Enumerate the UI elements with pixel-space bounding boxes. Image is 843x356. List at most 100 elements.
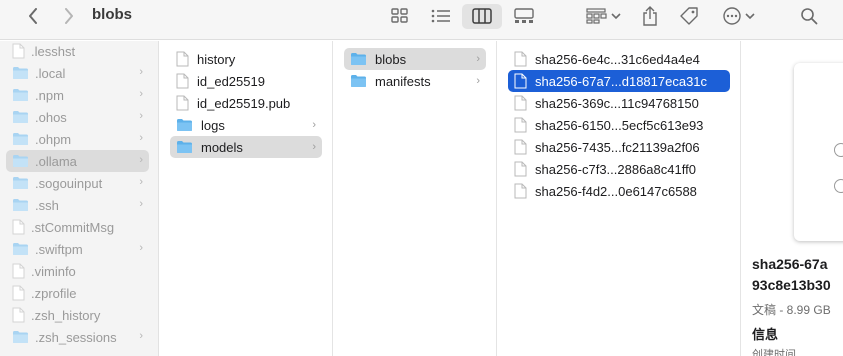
folder-icon [13,243,28,255]
list-item[interactable]: blobs › [344,48,486,70]
preview-scroll-button[interactable] [834,143,843,157]
back-button[interactable] [24,5,42,27]
sidebar-item[interactable]: .zprofile [6,282,149,304]
list-item[interactable]: models › [170,136,322,158]
sidebar-item-label: .ohpm [35,131,72,147]
list-item[interactable]: id_ed25519 [170,70,322,92]
sidebar-item[interactable]: .ohpm › [6,128,149,150]
sidebar-item[interactable]: .swiftpm › [6,238,149,260]
document-icon [514,183,527,199]
group-by-icon [585,8,607,24]
list-item[interactable]: manifests › [344,70,486,92]
list-item[interactable]: history [170,48,322,70]
preview-scroll-button[interactable] [834,179,843,193]
folder-icon [13,177,28,189]
list-item[interactable]: sha256-c7f3...2886a8c41ff0 [508,158,730,180]
sidebar-item[interactable]: .local › [6,62,149,84]
sidebar-item[interactable]: .ollama › [6,150,149,172]
column-view-button[interactable] [462,4,502,29]
list-item[interactable]: sha256-6e4c...31c6ed4a4e4 [508,48,730,70]
document-icon [514,161,527,177]
list-item[interactable]: sha256-369c...11c94768150 [508,92,730,114]
item-label: models [201,139,243,155]
column-blobs: sha256-6e4c...31c6ed4a4e4 sha256-67a7...d… [498,41,741,356]
document-icon [514,117,527,133]
folder-icon [13,199,28,211]
sidebar-item[interactable]: .stCommitMsg [6,216,149,238]
sidebar-item-label: .sogouinput [35,175,103,191]
sidebar-item-label: .lesshst [31,43,76,59]
column-models: blobs › manifests › [334,41,497,356]
document-icon [176,51,189,67]
folder-icon [351,75,366,87]
item-label: id_ed25519.pub [197,95,291,111]
chevron-right-icon [65,8,73,24]
chevron-right-icon: › [312,119,316,131]
folder-icon [13,155,28,167]
preview-created-label: 创建时间 [752,349,796,356]
sidebar-item-label: .npm [35,87,64,103]
preview-pane: sha256-67a 93c8e13b30 文稿 - 8.99 GB 信息 创建… [742,41,843,356]
share-button[interactable] [640,5,660,27]
document-icon [514,95,527,111]
document-icon [12,263,25,279]
preview-file-name: sha256-67a [752,256,828,272]
window-title: blobs [92,6,132,23]
ellipsis-circle-icon [722,7,741,25]
item-label: sha256-369c...11c94768150 [535,95,699,111]
search-button[interactable] [798,5,820,27]
item-label: blobs [375,51,407,67]
item-label: manifests [375,73,431,89]
sidebar-item-label: .ollama [35,153,77,169]
list-item[interactable]: sha256-7435...fc21139a2f06 [508,136,730,158]
gallery-view-button[interactable] [512,5,536,27]
item-label: sha256-6e4c...31c6ed4a4e4 [535,51,700,67]
document-icon [176,95,189,111]
chevron-right-icon: › [139,176,143,188]
document-icon [514,73,527,89]
share-icon [643,6,657,26]
list-item[interactable]: logs › [170,114,322,136]
document-icon [12,307,25,323]
sidebar-item-label: .stCommitMsg [31,219,115,235]
sidebar-item[interactable]: .npm › [6,84,149,106]
document-icon [12,219,25,235]
sidebar-item-label: .zsh_history [31,307,101,323]
list-item[interactable]: id_ed25519.pub [170,92,322,114]
chevron-right-icon: › [139,132,143,144]
icon-view-button[interactable] [390,5,410,27]
chevron-right-icon: › [139,110,143,122]
preview-file-name-cont: 93c8e13b30 [752,277,831,293]
sidebar-item[interactable]: .ssh › [6,194,149,216]
document-icon [176,73,189,89]
group-by-button[interactable] [584,5,622,27]
sidebar-item[interactable]: .zsh_sessions › [6,326,149,348]
sidebar-item-label: .ssh [35,197,59,213]
folder-icon [13,111,28,123]
list-view-button[interactable] [430,5,452,27]
document-icon [514,139,527,155]
forward-button[interactable] [60,5,78,27]
chevron-right-icon: › [139,242,143,254]
tag-button[interactable] [678,5,700,27]
folder-icon [13,67,28,79]
sidebar-item[interactable]: .lesshst [6,41,149,62]
list-item[interactable]: sha256-f4d2...0e6147c6588 [508,180,730,202]
chevron-right-icon: › [139,154,143,166]
more-actions-button[interactable] [720,5,756,27]
chevron-right-icon: › [476,53,480,65]
list-item[interactable]: sha256-6150...5ecf5c613e93 [508,114,730,136]
folder-icon [177,119,192,131]
gallery-view-icon [514,8,534,23]
sidebar-item-label: .local [35,65,66,81]
sidebar-item[interactable]: .viminfo [6,260,149,282]
sidebar-item[interactable]: .zsh_history [6,304,149,326]
document-icon [514,51,527,67]
sidebar-item[interactable]: .ohos › [6,106,149,128]
sidebar-item-label: .ohos [35,109,67,125]
list-item[interactable]: sha256-67a7...d18817eca31c [508,70,730,92]
chevron-down-icon [610,13,621,20]
document-icon [12,43,25,59]
sidebar-item[interactable]: .sogouinput › [6,172,149,194]
sidebar-item-label: .swiftpm [35,241,83,257]
